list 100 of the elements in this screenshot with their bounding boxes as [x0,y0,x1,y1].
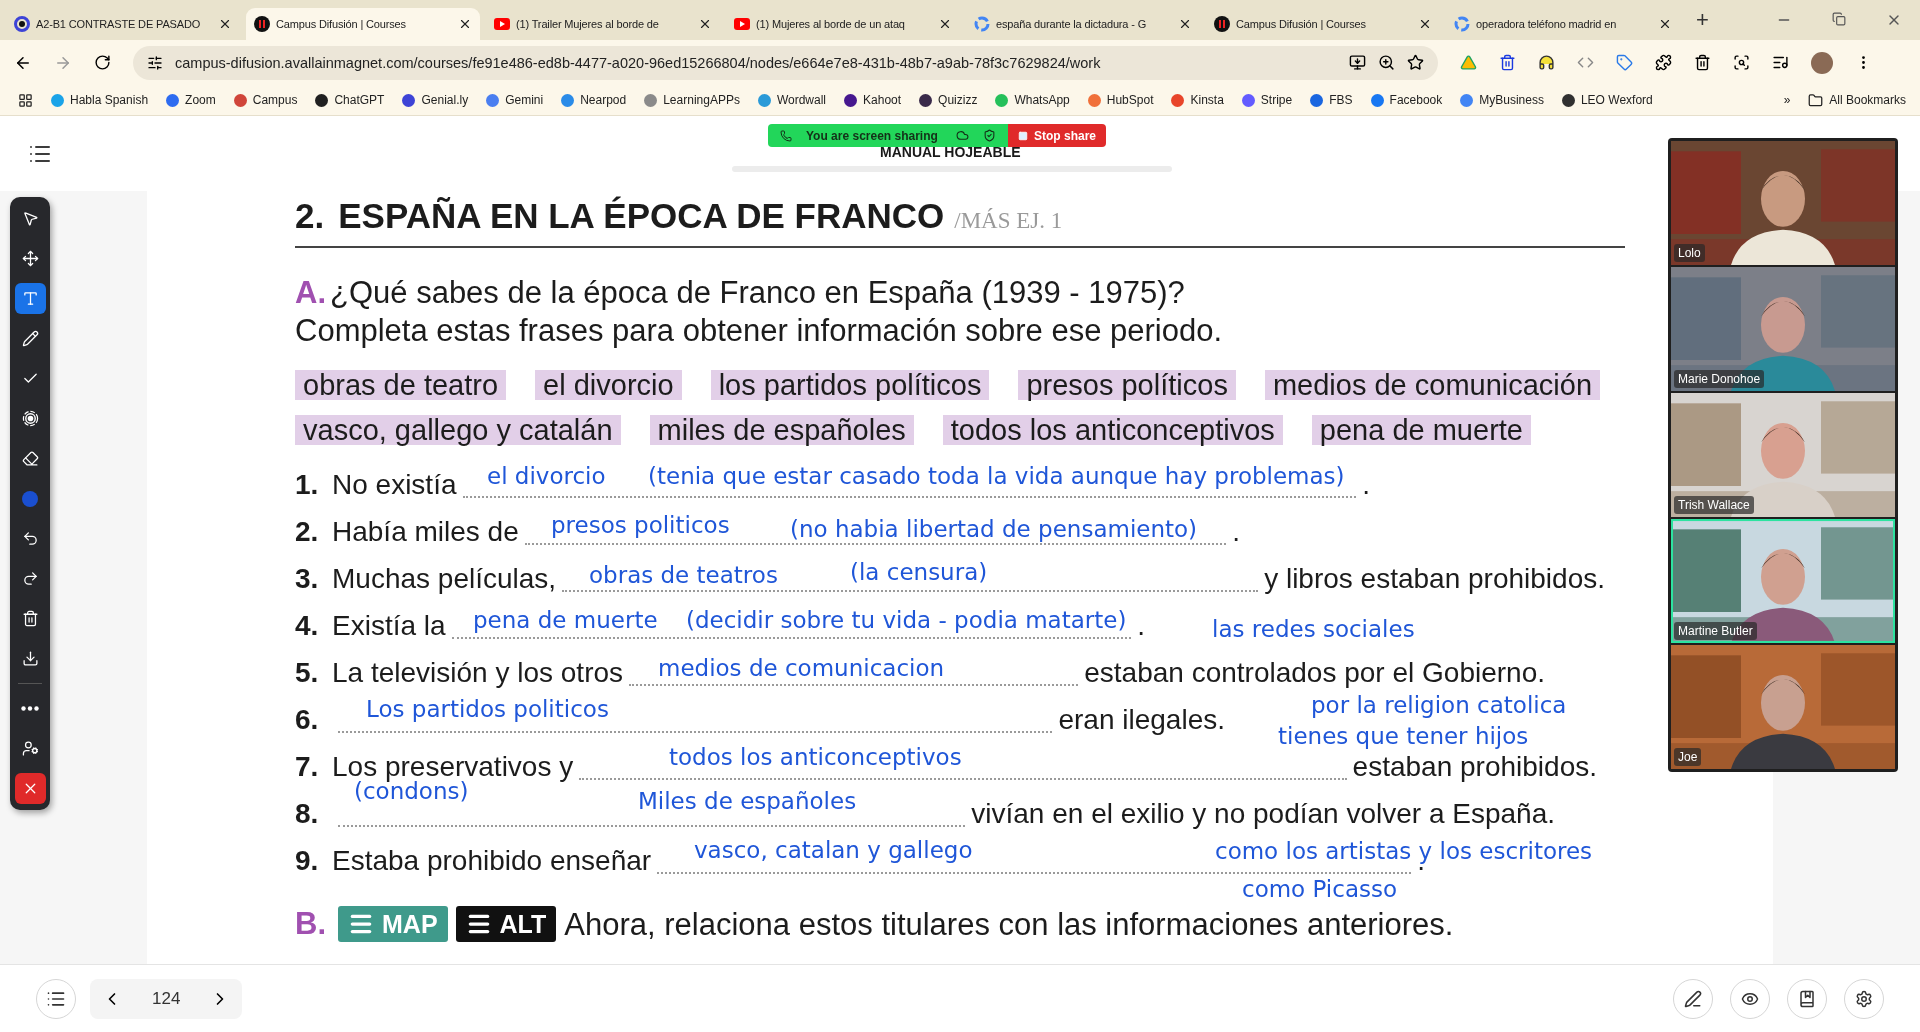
bookmark[interactable]: LearningAPPs [644,93,740,107]
sentence-number: 5. [295,656,320,689]
close-icon[interactable] [1418,17,1432,31]
reload-icon[interactable] [94,54,111,71]
bookmark-label: Kinsta [1190,93,1224,107]
bookmark[interactable]: Facebook [1370,93,1443,107]
bookmark[interactable]: Kinsta [1171,93,1224,107]
folder-icon [1808,92,1824,108]
bookmark[interactable]: Kahoot [844,93,902,107]
bookmark-label: WhatsApp [1014,93,1070,107]
pointer-icon [21,210,39,227]
handwritten-note: el divorcio [487,463,606,489]
bookmark-label: Wordwall [776,93,827,107]
handwritten-note: como Picasso [1242,876,1398,902]
sentence-text: No existía [332,470,457,499]
bookmark[interactable]: Zoom [166,93,216,107]
close-icon[interactable] [698,17,712,31]
tool-button[interactable] [14,773,46,804]
bookmark[interactable]: ChatGPT [315,93,385,107]
tab-title: Campus Difusión | Courses [276,18,406,30]
stop-share-button[interactable]: Stop share [1008,124,1106,147]
browser-tab[interactable]: españa durante la dictadura - G [966,8,1200,40]
avatar-icon[interactable] [1811,51,1833,74]
fill-in-line[interactable] [562,588,1259,592]
fill-in-line[interactable] [462,494,1357,498]
tag-icon[interactable] [1616,54,1633,71]
search-icon[interactable] [1733,54,1750,71]
playlist-icon[interactable] [1772,54,1789,71]
apps-icon[interactable] [18,92,33,108]
exercise-reference: /MÁS EJ. 1 [954,208,1063,234]
fill-in-line[interactable] [338,729,1053,733]
bookmark[interactable]: HubSpot [1087,93,1154,107]
bookmark[interactable]: Stripe [1241,93,1293,107]
tab-title: Campus Difusión | Courses [1236,18,1366,30]
bookmark[interactable]: Campus [233,93,298,107]
browser-tab[interactable]: Campus Difusión | Courses [246,8,480,40]
install-icon[interactable] [1349,54,1366,71]
fill-in-line[interactable] [629,682,1079,686]
more-bookmarks-button[interactable]: » [1783,93,1791,107]
all-bookmarks-button[interactable]: All Bookmarks [1808,92,1906,108]
bookmark[interactable]: MyBusiness [1460,93,1544,107]
site-settings-icon[interactable] [147,54,163,71]
bookmark[interactable]: Habla Spanish [51,93,149,107]
bookmark[interactable]: FBS [1310,93,1353,107]
bookmark[interactable]: Wordwall [757,93,827,107]
extensions-icon[interactable] [1655,54,1672,71]
drive-icon[interactable] [1460,54,1477,71]
sentence-text: La televisión y los otros [332,658,624,687]
sentence-number: 7. [295,750,320,783]
tool-button[interactable] [14,283,46,314]
section-title: ESPAÑA EN LA ÉPOCA DE FRANCO [338,196,945,236]
site-icon [494,16,510,32]
bookmark[interactable]: Quizizz [919,93,978,107]
bookmark-label: Zoom [185,93,216,107]
new-tab-button[interactable]: + [1686,7,1719,33]
bookmark-label: LearningAPPs [663,93,740,107]
sentence-text: . [1362,470,1370,499]
star-icon[interactable] [1407,54,1424,71]
bookmark[interactable]: Nearpod [561,93,627,107]
resource-button[interactable]: ALT [455,906,557,942]
address-bar[interactable]: campus-difusion.avallainmagnet.com/courses/fe91e486-ed8b-4477-a020-96ed15266804/nodes/e664e7e8-431b-48b7-a9ab-78f3c7629824/work [133,45,1438,80]
fill-in-line[interactable] [579,776,1347,780]
bookmark-label: MyBusiness [1479,93,1544,107]
fill-in-line[interactable] [451,635,1132,639]
trash-icon[interactable] [1499,54,1516,71]
sentence-text: vivían en el exilio y no podían volver a España. [971,799,1555,828]
browser-tab[interactable]: Campus Difusión | Courses [1206,8,1440,40]
close-icon[interactable] [1658,17,1672,31]
bookmark-label: Nearpod [580,93,627,107]
fill-in-line[interactable] [657,870,1412,874]
sentence-text: eran ilegales. [1058,705,1225,734]
browser-tab[interactable]: A2-B1 CONTRASTE DE PASADO [6,8,240,40]
trash-icon[interactable] [1694,54,1711,71]
fill-in-line[interactable] [338,823,966,827]
close-icon[interactable] [1178,17,1192,31]
bookmark[interactable]: Gemini [486,93,544,107]
browser-tab[interactable]: (1) Trailer Mujeres al borde de [486,8,720,40]
bookmark[interactable]: Genial.ly [402,93,469,107]
sentence-text: Estaba prohibido enseñar [332,846,652,875]
instruction-text: ¿Qué sabes de la época de Franco en España (1939 - 1975)? [330,275,1185,310]
download-icon [21,650,39,667]
zoom-icon[interactable] [1378,54,1395,71]
bookmark[interactable]: WhatsApp [995,93,1070,107]
page-title: MANUAL HOJEABLE [880,144,1021,160]
browser-tab[interactable]: (1) Mujeres al borde de un ataq [726,8,960,40]
bookmark[interactable]: LEO Wexford [1561,93,1653,107]
page-number[interactable]: 124 [152,988,181,1009]
headphones-icon[interactable] [1538,54,1555,71]
sentence-number: 8. [295,797,320,830]
restore-icon[interactable] [1832,12,1846,26]
close-icon[interactable] [458,17,472,31]
sentence-text: Existía la [332,611,446,640]
browser-tab[interactable]: operadora teléfono madrid en [1446,8,1680,40]
share-status-text: You are screen sharing [806,128,938,143]
close-icon[interactable] [938,17,952,31]
participant-name: Lolo [1674,244,1705,262]
word-chip: presos políticos [1018,370,1236,400]
fill-in-line[interactable] [524,541,1227,545]
close-icon[interactable] [218,17,232,31]
handwritten-note: (tenia que estar casado toda la vida aunque hay problemas) [648,463,1345,489]
